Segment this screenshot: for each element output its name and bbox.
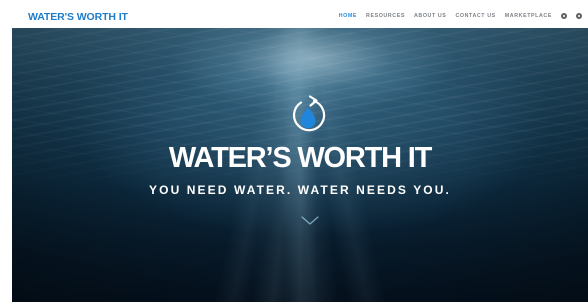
hero-title: WATER’S WORTH IT: [168, 142, 432, 174]
nav-about-us[interactable]: ABOUT US: [414, 13, 446, 19]
hero-section: WATER’S WORTH IT YOU NEED WATER. WATER N…: [12, 28, 588, 302]
nav-home[interactable]: HOME: [339, 13, 357, 19]
nav-contact-us[interactable]: CONTACT US: [455, 13, 495, 19]
top-navbar: WATER'S WORTH IT HOME RESOURCES ABOUT US…: [12, 6, 588, 28]
hero-subtitle: YOU NEED WATER. WATER NEEDS YOU.: [149, 183, 451, 197]
main-nav: HOME RESOURCES ABOUT US CONTACT US MARKE…: [339, 13, 582, 19]
site-logo-text[interactable]: WATER'S WORTH IT: [28, 11, 128, 23]
user-icon[interactable]: [576, 13, 582, 19]
chevron-down-icon[interactable]: [301, 216, 319, 226]
page: WATER'S WORTH IT HOME RESOURCES ABOUT US…: [0, 0, 588, 302]
nav-marketplace[interactable]: MARKETPLACE: [505, 13, 552, 19]
water-drop-refresh-icon: [292, 95, 326, 132]
settings-icon[interactable]: [561, 13, 567, 19]
nav-resources[interactable]: RESOURCES: [366, 13, 405, 19]
